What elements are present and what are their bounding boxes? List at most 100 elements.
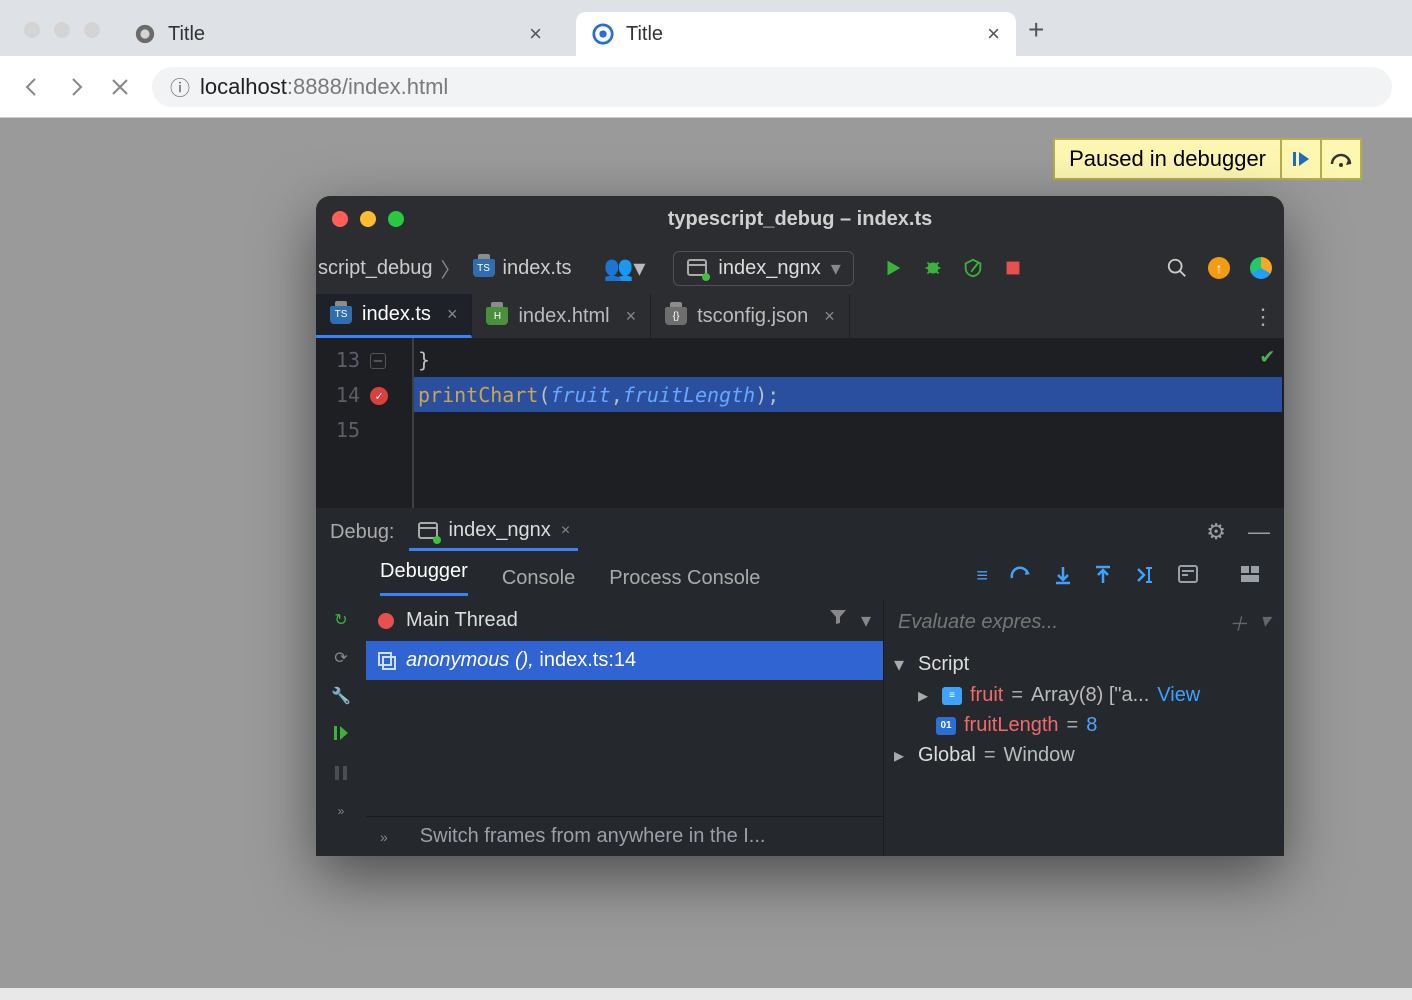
close-tab-icon[interactable]: × — [824, 306, 835, 327]
var-value: Window — [1004, 744, 1075, 767]
step-over-button[interactable] — [1320, 140, 1360, 178]
ide-titlebar[interactable]: typescript_debug – index.ts — [316, 196, 1284, 242]
stop-reload-button[interactable] — [108, 75, 132, 99]
zoom-window-icon[interactable] — [84, 22, 100, 38]
close-icon[interactable] — [332, 211, 348, 227]
toolbox-icon[interactable] — [1250, 257, 1272, 279]
footer-hint: Switch frames from anywhere in the I... — [420, 825, 766, 848]
thread-status-icon — [378, 613, 394, 629]
close-tab-icon[interactable]: × — [447, 304, 458, 325]
zoom-icon[interactable] — [388, 211, 404, 227]
step-out-icon[interactable] — [1094, 565, 1112, 591]
run-button[interactable] — [882, 257, 904, 279]
frames-pane: Main Thread ▾ anonymous (), index.ts:14 … — [366, 600, 884, 856]
close-tab-icon[interactable]: × — [987, 21, 1000, 47]
filter-icon[interactable] — [829, 608, 847, 633]
minimize-window-icon[interactable] — [54, 22, 70, 38]
editor-tab-tsconfig[interactable]: {} tsconfig.json × — [651, 294, 850, 338]
resume-icon[interactable] — [332, 724, 350, 747]
evaluate-field[interactable]: Evaluate expres... ＋ ▾ — [884, 600, 1284, 645]
favicon-icon — [134, 23, 156, 45]
pause-icon[interactable] — [334, 765, 348, 786]
code-with-me-icon[interactable]: 👥▾ — [603, 254, 645, 283]
more-tools-icon[interactable]: » — [380, 829, 388, 845]
debug-label: Debug: — [330, 521, 395, 544]
tab-debugger[interactable]: Debugger — [380, 560, 468, 596]
gear-icon[interactable]: ⚙ — [1206, 519, 1226, 545]
tab-label: index.html — [518, 305, 609, 328]
browser-tab-2[interactable]: Title × — [576, 12, 1016, 56]
forward-button[interactable] — [64, 75, 88, 99]
wrench-icon[interactable]: 🔧 — [331, 686, 351, 706]
url-field[interactable]: ⓘ localhost:8888/index.html — [152, 67, 1392, 107]
close-tab-icon[interactable]: × — [529, 21, 542, 47]
tab-label: index.ts — [362, 303, 431, 326]
stack-frame[interactable]: anonymous (), index.ts:14 — [366, 641, 883, 680]
minimize-panel-icon[interactable]: — — [1248, 519, 1270, 545]
tab-title: Title — [626, 23, 663, 46]
search-icon[interactable] — [1166, 257, 1188, 279]
step-over-icon[interactable] — [1010, 565, 1032, 591]
editor-kebab-menu[interactable]: ⋮ — [1252, 304, 1274, 330]
run-config-selector[interactable]: index_ngnx ▾ — [673, 251, 853, 286]
debug-session-tab[interactable]: index_ngnx × — [409, 513, 579, 551]
scope-name: Global — [918, 744, 976, 767]
inspection-ok-icon[interactable]: ✔ — [1261, 344, 1274, 369]
chevron-down-icon[interactable]: ▾ — [1260, 608, 1270, 637]
stop-button[interactable] — [1002, 257, 1024, 279]
fold-handle-icon[interactable]: – — [370, 353, 386, 369]
back-button[interactable] — [20, 75, 44, 99]
debug-body: ↻ ⟳ 🔧 » Main Thread ▾ — [316, 600, 1284, 856]
expand-icon[interactable]: » — [338, 804, 345, 818]
code-area[interactable]: } printChart(fruit,fruitLength); — [412, 338, 1284, 508]
tab-console[interactable]: Console — [502, 567, 575, 590]
close-session-icon[interactable]: × — [561, 522, 570, 540]
favicon-icon — [592, 23, 614, 45]
step-into-icon[interactable] — [1054, 565, 1072, 591]
refresh-icon[interactable]: ⟳ — [334, 648, 347, 668]
code-editor[interactable]: ✔ 13– 14 15 } printChart(fruit,fruitLeng… — [316, 338, 1284, 508]
gutter: 13– 14 15 — [316, 338, 412, 508]
variables-tree[interactable]: ▾ Script ▸ ≡ fruit = Array(8) ["a... Vie… — [884, 645, 1284, 775]
chevron-right-icon: ▸ — [918, 683, 934, 708]
editor-tab-indexhtml[interactable]: H index.html × — [472, 294, 651, 338]
scope-global[interactable]: ▸ Global = Window — [894, 740, 1274, 771]
var-eq: = — [984, 744, 996, 767]
update-available-icon[interactable]: ↑ — [1208, 257, 1230, 279]
resume-button[interactable] — [1280, 140, 1320, 178]
execution-line: printChart(fruit,fruitLength); — [414, 377, 1282, 412]
debug-button[interactable] — [922, 257, 944, 279]
chevron-down-icon[interactable]: ▾ — [861, 608, 871, 633]
run-to-cursor-icon[interactable] — [1134, 565, 1156, 591]
close-tab-icon[interactable]: × — [626, 306, 637, 327]
var-name: fruit — [970, 684, 1003, 707]
site-info-icon[interactable]: ⓘ — [170, 72, 190, 101]
minimize-icon[interactable] — [360, 211, 376, 227]
breadcrumb-file[interactable]: TSindex.ts — [471, 257, 574, 280]
chevron-down-icon: ▾ — [831, 256, 841, 281]
debug-subtabs: Debugger Console Process Console ≡ — [316, 556, 1284, 600]
evaluate-expression-icon[interactable] — [1178, 565, 1198, 591]
view-array-link[interactable]: View — [1157, 684, 1200, 707]
run-coverage-button[interactable] — [962, 257, 984, 279]
breadcrumb-project[interactable]: script_debug〉 — [316, 254, 463, 283]
var-name: fruitLength — [964, 714, 1059, 737]
frame-icon — [378, 652, 396, 670]
editor-tab-indexts[interactable]: TS index.ts × — [316, 294, 472, 338]
ts-file-icon: TS — [330, 306, 352, 324]
browser-tab-1[interactable]: Title × — [118, 12, 558, 56]
breakpoint-icon[interactable] — [370, 387, 388, 405]
rerun-icon[interactable]: ↻ — [334, 610, 347, 630]
tab-process-console[interactable]: Process Console — [609, 567, 760, 590]
close-window-icon[interactable] — [24, 22, 40, 38]
new-tab-button[interactable]: + — [1028, 14, 1044, 46]
var-fruitlength[interactable]: 01 fruitLength = 8 — [894, 711, 1274, 740]
show-execution-point-icon[interactable]: ≡ — [976, 565, 988, 591]
layout-settings-icon[interactable] — [1240, 565, 1260, 591]
scope-script[interactable]: ▾ Script — [894, 649, 1274, 680]
var-fruit[interactable]: ▸ ≡ fruit = Array(8) ["a... View — [894, 680, 1274, 711]
session-name: index_ngnx — [449, 519, 551, 542]
frame-fn: anonymous () — [406, 649, 528, 671]
eval-placeholder: Evaluate expres... — [898, 611, 1058, 634]
add-watch-icon[interactable]: ＋ — [1228, 608, 1248, 637]
